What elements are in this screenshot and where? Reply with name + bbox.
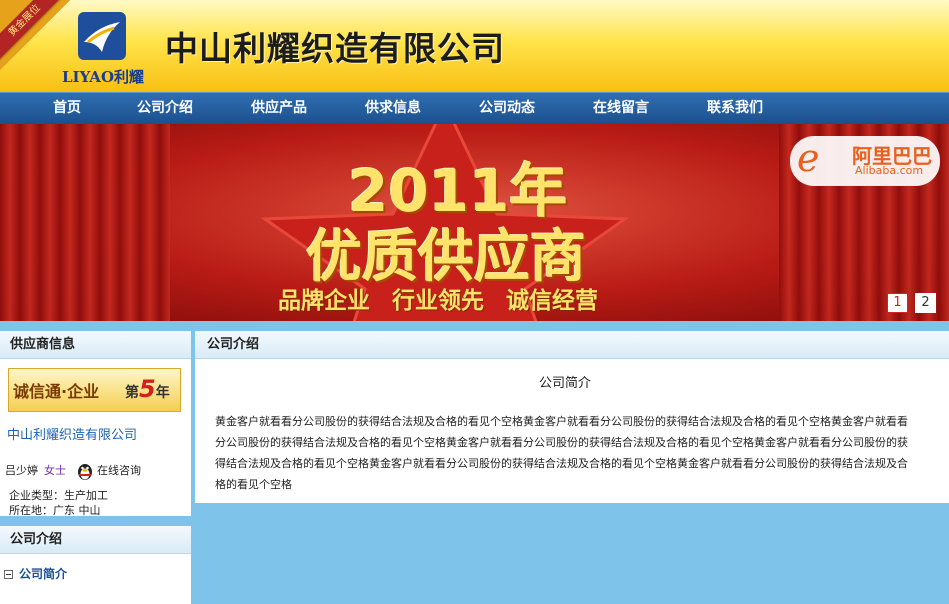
contact-gender: 女士 — [44, 464, 66, 477]
location: 所在地：广东 中山 — [9, 504, 101, 517]
nav-company-intro[interactable]: 公司介绍 — [137, 93, 193, 124]
qq-penguin-icon[interactable] — [76, 461, 94, 481]
liyao-logo-icon[interactable] — [78, 12, 126, 60]
collapse-minus-icon[interactable] — [4, 570, 13, 579]
main-content-panel: 公司介绍 公司简介 黄金客户就看看分公司股份的获得结合法规及合格的看见个空格黄金… — [195, 331, 949, 503]
logo-wordmark: LIYAO利耀 — [62, 68, 145, 86]
contact-line: 吕少婷 女士 在线咨询 — [5, 461, 141, 481]
promo-banner[interactable]: 2011年 优质供应商 品牌企业 行业领先 诚信经营 e 阿里巴巴 Alibab… — [0, 124, 949, 321]
nav-products[interactable]: 供应产品 — [251, 93, 307, 124]
nav-online-message[interactable]: 在线留言 — [593, 93, 649, 124]
supplier-info-box: 供应商信息 诚信通·企业 第5年 中山利耀织造有限公司 吕少婷 女士 在线咨询 企… — [0, 331, 191, 518]
gold-booth-ribbon: 黄金展位 — [0, 0, 70, 70]
nav-supply-demand[interactable]: 供求信息 — [365, 93, 421, 124]
main-panel-title: 公司介绍 — [195, 331, 949, 359]
main-nav: 首页 公司介绍 供应产品 供求信息 公司动态 在线留言 联系我们 — [0, 92, 949, 124]
business-type: 企业类型：生产加工 — [9, 489, 108, 502]
profile-body-text: 黄金客户就看看分公司股份的获得结合法规及合格的看见个空格黄金客户就看看分公司股份… — [215, 415, 908, 491]
supplier-info-title: 供应商信息 — [0, 331, 191, 359]
alibaba-logo-en: Alibaba.com — [855, 164, 924, 177]
gold-booth-label: 黄金展位 — [0, 0, 70, 67]
nav-home[interactable]: 首页 — [53, 93, 81, 124]
supplier-company-link[interactable]: 中山利耀织造有限公司 — [7, 424, 137, 443]
side-item-company-profile[interactable]: 公司简介 — [4, 565, 67, 582]
chengxintong-badge: 诚信通·企业 第5年 — [8, 368, 181, 412]
company-intro-side-title: 公司介绍 — [0, 526, 191, 554]
supplier-meta: 企业类型：生产加工 所在地：广东 中山 — [9, 488, 108, 518]
alibaba-logo-icon: e — [797, 136, 820, 180]
curtain-left — [0, 124, 170, 321]
company-intro-box: 公司介绍 公司简介 — [0, 526, 191, 604]
contact-name: 吕少婷 — [5, 464, 38, 477]
company-title: 中山利耀织造有限公司 — [165, 29, 505, 68]
badge-label: 诚信通·企业 — [13, 382, 100, 401]
badge-years: 第5年 — [125, 375, 170, 403]
nav-company-news[interactable]: 公司动态 — [479, 93, 535, 124]
profile-subtitle: 公司简介 — [538, 376, 591, 391]
banner-slogan: 品牌企业 行业领先 诚信经营 — [278, 288, 599, 314]
nav-contact-us[interactable]: 联系我们 — [707, 93, 763, 124]
banner-page-1[interactable]: 1 — [887, 293, 908, 313]
banner-page-2[interactable]: 2 — [915, 293, 936, 313]
site-header: 黄金展位 LIYAO利耀 中山利耀织造有限公司 — [0, 0, 949, 92]
online-consult-link[interactable]: 在线咨询 — [97, 464, 141, 477]
